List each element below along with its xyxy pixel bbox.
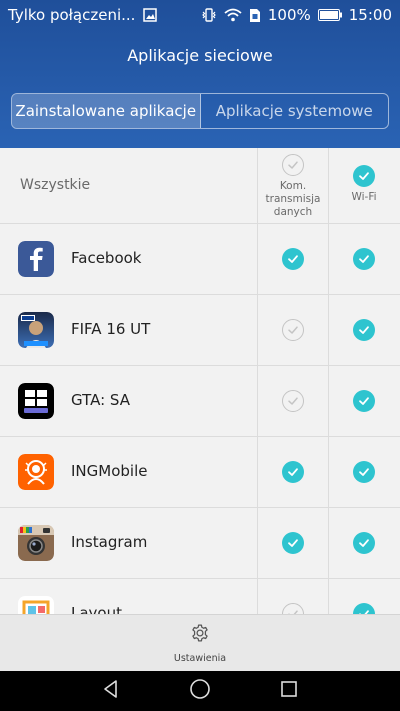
wifi-checkbox[interactable] bbox=[353, 319, 375, 341]
all-apps-label: Wszystkie bbox=[20, 177, 91, 193]
list-item[interactable]: FIFA 16 UT bbox=[0, 295, 400, 366]
app-header: Tylko połączeni... 100% 15:00 Aplikacje … bbox=[0, 0, 400, 148]
mobile-data-checkbox[interactable] bbox=[282, 390, 304, 412]
mobile-data-column-label: Kom. transmisja danych bbox=[265, 180, 321, 218]
battery-icon bbox=[317, 9, 342, 21]
layout-app-icon bbox=[18, 596, 54, 614]
wifi-icon bbox=[224, 8, 242, 22]
facebook-icon bbox=[18, 241, 54, 277]
image-icon bbox=[143, 8, 158, 22]
app-name: Layout bbox=[71, 604, 122, 614]
mobile-data-checkbox[interactable] bbox=[282, 603, 304, 614]
app-list[interactable]: Wszystkie Kom. transmisja danych Wi-Fi F… bbox=[0, 148, 400, 614]
wifi-checkbox[interactable] bbox=[353, 461, 375, 483]
all-apps-row: Wszystkie Kom. transmisja danych Wi-Fi bbox=[0, 148, 400, 224]
all-wifi-checkbox[interactable] bbox=[353, 165, 375, 187]
vibrate-icon bbox=[201, 7, 217, 23]
clock: 15:00 bbox=[348, 6, 392, 24]
wifi-column-header: Wi-Fi bbox=[329, 154, 399, 204]
list-item[interactable]: INGMobile bbox=[0, 437, 400, 508]
all-mobile-checkbox[interactable] bbox=[282, 154, 304, 176]
gta-app-icon bbox=[18, 383, 54, 419]
bottom-action-bar: Ustawienia bbox=[0, 614, 400, 671]
app-name: Facebook bbox=[71, 249, 142, 267]
status-bar: Tylko połączeni... 100% 15:00 bbox=[0, 0, 400, 30]
settings-label: Ustawienia bbox=[173, 652, 227, 664]
page-title: Aplikacje sieciowe bbox=[127, 46, 273, 65]
list-item[interactable]: GTA: SA bbox=[0, 366, 400, 437]
instagram-icon bbox=[18, 525, 54, 561]
wifi-checkbox[interactable] bbox=[353, 603, 375, 614]
mobile-data-checkbox[interactable] bbox=[282, 532, 304, 554]
wifi-column-label: Wi-Fi bbox=[351, 191, 377, 203]
app-name: GTA: SA bbox=[71, 391, 130, 409]
mobile-data-column-header: Kom. transmisja danych bbox=[258, 154, 328, 219]
list-item[interactable]: Facebook bbox=[0, 224, 400, 295]
tab-segment: Zainstalowane aplikacje Aplikacje system… bbox=[11, 93, 389, 129]
notification-text: Tylko połączeni... bbox=[8, 6, 136, 24]
list-item[interactable]: Instagram bbox=[0, 508, 400, 579]
ing-lion-icon bbox=[18, 454, 54, 490]
home-icon[interactable] bbox=[189, 678, 211, 704]
fifa-app-icon bbox=[18, 312, 54, 348]
gear-icon bbox=[190, 623, 210, 647]
app-name: Instagram bbox=[71, 533, 148, 551]
app-name: INGMobile bbox=[71, 462, 148, 480]
recents-icon[interactable] bbox=[279, 679, 299, 703]
battery-percent: 100% bbox=[267, 6, 311, 24]
system-navigation-bar bbox=[0, 671, 400, 711]
tab-installed-apps[interactable]: Zainstalowane aplikacje bbox=[12, 94, 201, 128]
app-name: FIFA 16 UT bbox=[71, 320, 151, 338]
wifi-checkbox[interactable] bbox=[353, 248, 375, 270]
back-icon[interactable] bbox=[101, 679, 121, 703]
sim-icon bbox=[249, 8, 261, 23]
wifi-checkbox[interactable] bbox=[353, 532, 375, 554]
mobile-data-checkbox[interactable] bbox=[282, 248, 304, 270]
wifi-checkbox[interactable] bbox=[353, 390, 375, 412]
mobile-data-checkbox[interactable] bbox=[282, 319, 304, 341]
settings-button[interactable]: Ustawienia bbox=[174, 623, 226, 664]
list-item[interactable]: Layout bbox=[0, 579, 400, 614]
mobile-data-checkbox[interactable] bbox=[282, 461, 304, 483]
tab-system-apps[interactable]: Aplikacje systemowe bbox=[201, 94, 389, 128]
